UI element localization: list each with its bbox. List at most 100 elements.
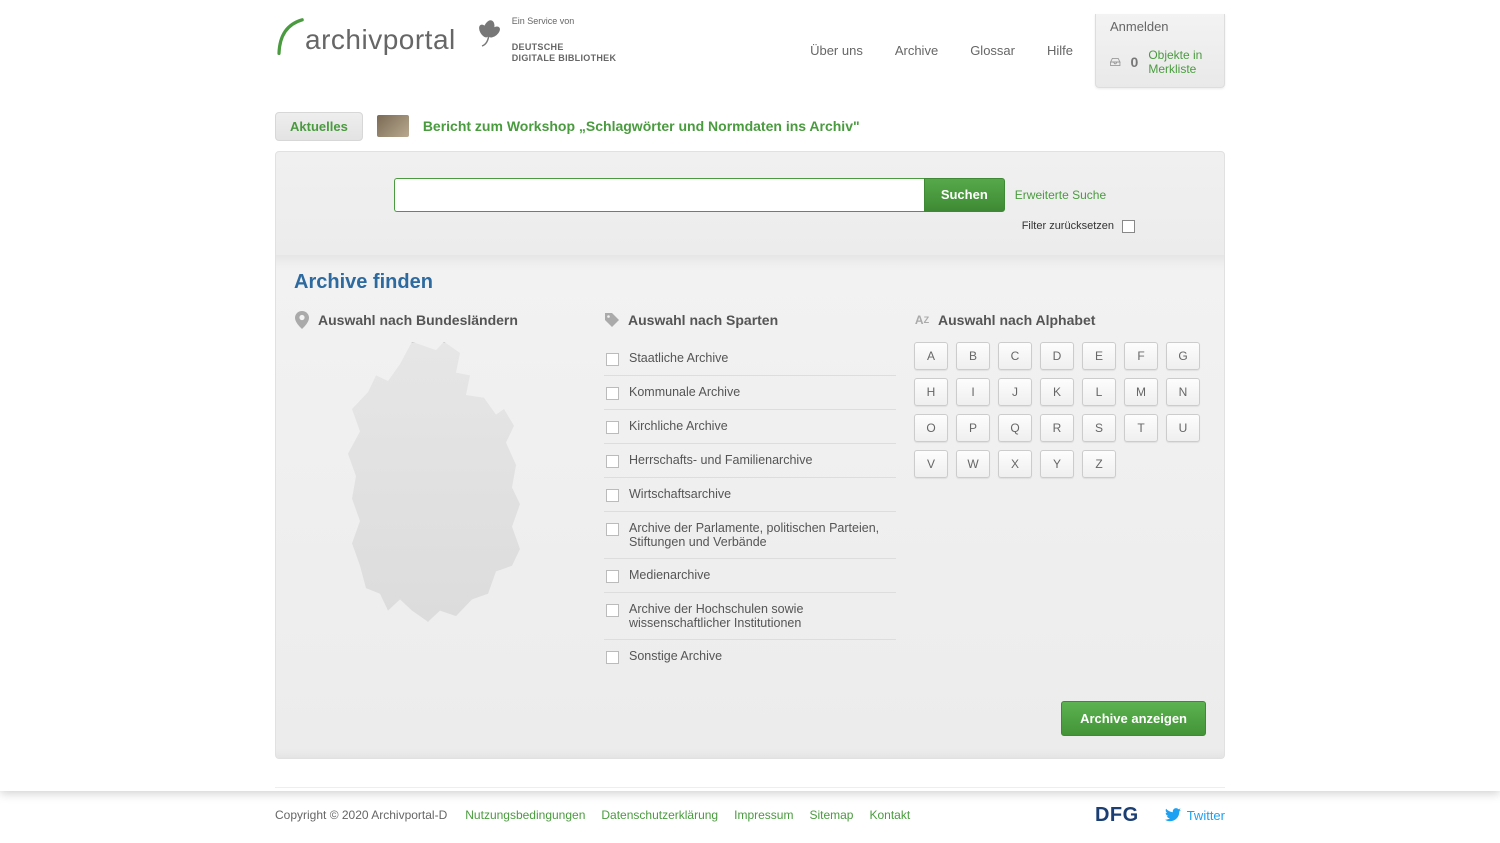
category-label: Archive der Hochschulen sowie wissenscha… (629, 602, 894, 630)
category-label: Archive der Parlamente, politischen Part… (629, 521, 894, 549)
category-item[interactable]: Archive der Hochschulen sowie wissenscha… (604, 593, 896, 640)
show-archives-button[interactable]: Archive anzeigen (1061, 701, 1206, 736)
service-brand: Ein Service von DEUTSCHE DIGITALE BIBLIO… (472, 16, 617, 65)
category-label: Kirchliche Archive (629, 419, 728, 433)
footer-privacy[interactable]: Datenschutzerklärung (601, 808, 718, 822)
letter-o[interactable]: O (914, 414, 948, 442)
login-link[interactable]: Anmelden (1096, 19, 1224, 42)
letter-d[interactable]: D (1040, 342, 1074, 370)
letter-j[interactable]: J (998, 378, 1032, 406)
checkbox-icon[interactable] (606, 353, 619, 366)
col-states-title: Auswahl nach Bundesländern (318, 312, 518, 328)
copyright: Copyright © 2020 Archivportal-D (275, 808, 447, 822)
main-nav: Über uns Archive Glossar Hilfe Anmelden … (794, 14, 1225, 88)
login-box: Anmelden 0 Objekte in Merkliste (1095, 14, 1225, 88)
footer-contact[interactable]: Kontakt (869, 808, 910, 822)
letter-h[interactable]: H (914, 378, 948, 406)
letter-s[interactable]: S (1082, 414, 1116, 442)
footer-imprint[interactable]: Impressum (734, 808, 793, 822)
letter-f[interactable]: F (1124, 342, 1158, 370)
germany-map[interactable] (340, 342, 540, 622)
letter-b[interactable]: B (956, 342, 990, 370)
letter-q[interactable]: Q (998, 414, 1032, 442)
twitter-label: Twitter (1187, 808, 1225, 823)
letter-a[interactable]: A (914, 342, 948, 370)
checkbox-icon[interactable] (606, 387, 619, 400)
col-alphabet-title: Auswahl nach Alphabet (938, 312, 1095, 328)
dfg-logo[interactable]: DFG (1095, 804, 1139, 827)
search-input[interactable] (394, 178, 924, 212)
service-brand1: DEUTSCHE (512, 42, 617, 54)
letter-w[interactable]: W (956, 450, 990, 478)
news-headline[interactable]: Bericht zum Workshop „Schlagwörter und N… (423, 118, 860, 134)
col-categories-title: Auswahl nach Sparten (628, 312, 778, 328)
watchlist[interactable]: 0 Objekte in Merkliste (1096, 42, 1224, 77)
footer: Copyright © 2020 Archivportal-D Nutzungs… (275, 787, 1225, 843)
category-item[interactable]: Archive der Parlamente, politischen Part… (604, 512, 896, 559)
reset-filter-label[interactable]: Filter zurücksetzen (1022, 220, 1114, 232)
letter-c[interactable]: C (998, 342, 1032, 370)
category-label: Kommunale Archive (629, 385, 740, 399)
logo-area: archivportal Ein Service von DEUTSCHE DI… (275, 14, 794, 65)
letter-v[interactable]: V (914, 450, 948, 478)
nav-about[interactable]: Über uns (794, 37, 879, 64)
letter-z[interactable]: Z (1082, 450, 1116, 478)
logo-icon (275, 14, 307, 56)
letter-x[interactable]: X (998, 450, 1032, 478)
letter-e[interactable]: E (1082, 342, 1116, 370)
letter-n[interactable]: N (1166, 378, 1200, 406)
checkbox-icon[interactable] (606, 651, 619, 664)
service-line1: Ein Service von (512, 16, 617, 28)
checkbox-icon[interactable] (606, 523, 619, 536)
checkbox-icon[interactable] (606, 489, 619, 502)
watchlist-label: Objekte in Merkliste (1148, 48, 1210, 77)
checkbox-icon[interactable] (606, 455, 619, 468)
logo-text: archivportal (305, 24, 456, 56)
advanced-search-link[interactable]: Erweiterte Suche (1015, 188, 1106, 202)
letter-i[interactable]: I (956, 378, 990, 406)
letter-t[interactable]: T (1124, 414, 1158, 442)
letter-m[interactable]: M (1124, 378, 1158, 406)
category-item[interactable]: Kommunale Archive (604, 376, 896, 410)
news-badge[interactable]: Aktuelles (275, 112, 363, 141)
checkbox-icon[interactable] (606, 421, 619, 434)
service-brand2: DIGITALE BIBLIOTHEK (512, 53, 617, 65)
category-item[interactable]: Kirchliche Archive (604, 410, 896, 444)
pin-icon (294, 312, 310, 328)
letter-g[interactable]: G (1166, 342, 1200, 370)
letter-p[interactable]: P (956, 414, 990, 442)
category-item[interactable]: Medienarchive (604, 559, 896, 593)
category-label: Staatliche Archive (629, 351, 728, 365)
col-alphabet: AZ Auswahl nach Alphabet ABCDEFGHIJKLMNO… (914, 312, 1206, 673)
reset-filter-checkbox[interactable] (1122, 220, 1135, 233)
col-states: Auswahl nach Bundesländern (294, 312, 586, 673)
search-button[interactable]: Suchen (924, 178, 1005, 212)
finder-pane: Archive finden Auswahl nach Bundesländer… (275, 255, 1225, 759)
letter-l[interactable]: L (1082, 378, 1116, 406)
twitter-link[interactable]: Twitter (1165, 808, 1225, 823)
checkbox-icon[interactable] (606, 604, 619, 617)
category-item[interactable]: Herrschafts- und Familienarchive (604, 444, 896, 478)
checkbox-icon[interactable] (606, 570, 619, 583)
footer-terms[interactable]: Nutzungsbedingungen (465, 808, 585, 822)
letter-y[interactable]: Y (1040, 450, 1074, 478)
category-label: Herrschafts- und Familienarchive (629, 453, 812, 467)
news-row: Aktuelles Bericht zum Workshop „Schlagwö… (275, 112, 1225, 141)
category-label: Wirtschaftsarchive (629, 487, 731, 501)
nav-help[interactable]: Hilfe (1031, 37, 1089, 64)
letter-r[interactable]: R (1040, 414, 1074, 442)
nav-archives[interactable]: Archive (879, 37, 954, 64)
footer-sitemap[interactable]: Sitemap (809, 808, 853, 822)
letter-k[interactable]: K (1040, 378, 1074, 406)
letter-u[interactable]: U (1166, 414, 1200, 442)
flower-icon (472, 16, 506, 50)
category-item[interactable]: Wirtschaftsarchive (604, 478, 896, 512)
nav-glossar[interactable]: Glossar (954, 37, 1031, 64)
watchlist-count: 0 (1131, 54, 1139, 70)
category-item[interactable]: Staatliche Archive (604, 342, 896, 376)
logo[interactable]: archivportal (275, 14, 456, 56)
finder-title: Archive finden (294, 271, 1206, 294)
col-categories: Auswahl nach Sparten Staatliche Archive K… (604, 312, 896, 673)
category-item[interactable]: Sonstige Archive (604, 640, 896, 673)
news-thumb-icon (377, 115, 409, 137)
